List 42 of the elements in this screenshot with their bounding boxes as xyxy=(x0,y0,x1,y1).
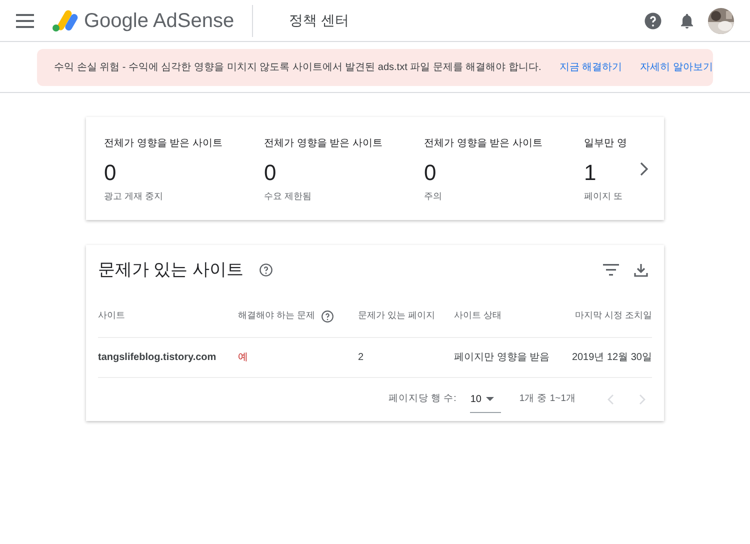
help-icon[interactable] xyxy=(321,310,334,322)
banner-link[interactable]: 지금 해결하기 xyxy=(559,60,622,75)
help-icon[interactable] xyxy=(644,12,662,30)
stat-title: 전체가 영향을 받은 사이트 xyxy=(424,137,544,151)
banner-link[interactable]: 자세히 알아보기 xyxy=(640,60,713,75)
rows-per-page-select[interactable]: 10 xyxy=(470,386,502,412)
rows-per-page-label: 페이지당 행 수: xyxy=(388,392,456,406)
download-icon[interactable] xyxy=(634,263,648,277)
logo-icon xyxy=(52,10,78,32)
column-header: 해결해야 하는 문제 xyxy=(238,309,316,322)
stat-title: 전체가 영향을 받은 사이트 xyxy=(264,137,384,151)
column-header: 사이트 상태 xyxy=(454,309,502,322)
column-header: 문제가 있는 페이지 xyxy=(358,309,436,322)
stat-caption: 수요 제한됨 xyxy=(264,190,313,203)
table-title: 문제가 있는 사이트 xyxy=(98,259,244,282)
section-title: 정책 센터 xyxy=(289,11,350,30)
chevron-right-icon[interactable] xyxy=(639,160,649,176)
stat-title: 일부만 영 xyxy=(584,137,628,151)
banner-message: 수익 손실 위험 - 수익에 심각한 영향을 미치지 않도록 사이트에서 발견된 ads.txt 파일 문제를 해결해야 합니다. xyxy=(54,61,542,75)
stat-value: 1 xyxy=(584,160,598,186)
stat-caption: 주의 xyxy=(424,190,443,203)
table-cell-text: 예 xyxy=(238,351,248,365)
table-cell-text: 2 xyxy=(358,351,364,365)
chevron-right-icon xyxy=(638,394,646,405)
stat-title: 전체가 영향을 받은 사이트 xyxy=(104,137,224,151)
bell-icon[interactable] xyxy=(678,12,696,30)
dropdown-arrow-icon xyxy=(486,396,494,402)
chevron-left-icon xyxy=(606,394,614,405)
table-cell-text: 페이지만 영향을 받음 xyxy=(454,351,550,365)
help-icon[interactable] xyxy=(259,263,274,277)
table-cell-text: 2019년 12월 30일 xyxy=(572,351,652,365)
table-cell-text: tangslifeblog.tistory.com xyxy=(98,351,216,365)
filter-icon[interactable] xyxy=(603,264,619,276)
stat-value: 0 xyxy=(104,160,118,186)
stat-caption: 페이지 또 xyxy=(584,190,624,203)
column-header: 사이트 xyxy=(98,309,125,322)
column-header: 마지막 시정 조치일 xyxy=(574,309,652,322)
stat-value: 0 xyxy=(424,160,438,186)
product-name: Google AdSense xyxy=(84,8,234,34)
page-range: 1개 중 1~1개 xyxy=(519,392,576,406)
stat-caption: 광고 게재 중지 xyxy=(104,190,164,203)
stat-value: 0 xyxy=(264,160,278,186)
